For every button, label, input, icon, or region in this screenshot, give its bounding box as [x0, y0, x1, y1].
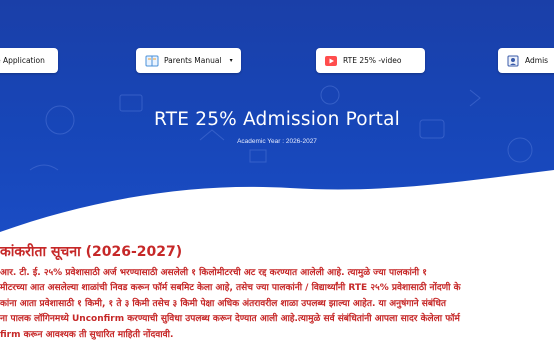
- hero-wave: [0, 170, 554, 240]
- apply-button[interactable]: e Application: [0, 48, 58, 73]
- admission-button[interactable]: Admis: [498, 48, 554, 73]
- admission-label: Admis: [525, 56, 549, 65]
- rte-video-label: RTE 25% -video: [343, 56, 402, 65]
- apply-button-label: e Application: [0, 56, 45, 65]
- notice-body: आर. टी. ई. २५% प्रवेशासाठी अर्ज भरण्यासा…: [0, 266, 554, 343]
- notice-line: कांना आता प्रवेशासाठी १ किमी, १ ते ३ किम…: [0, 298, 447, 309]
- notice-line: मीटरच्या आत असलेल्या शाळांची निवड करून फ…: [0, 283, 461, 294]
- notice-line: आर. टी. ई. २५% प्रवेशासाठी अर्ज भरण्यासा…: [0, 268, 427, 278]
- chevron-down-icon: ▾: [229, 57, 233, 64]
- notice-title: कांकरीता सूचना (2026-2027): [0, 244, 183, 260]
- parents-manual-label: Parents Manual: [164, 56, 222, 65]
- notice-line: firm करून आवश्यक ती सुधारित माहिती नोंदव…: [0, 329, 174, 340]
- parents-manual-button[interactable]: Parents Manual ▾: [136, 48, 241, 73]
- video-icon: [324, 55, 338, 67]
- academic-year: Academic Year : 2026-2027: [237, 138, 317, 145]
- portal-title: RTE 25% Admission Portal: [154, 109, 400, 130]
- admission-icon: [506, 55, 520, 67]
- rte-video-button[interactable]: RTE 25% -video: [316, 48, 425, 73]
- manual-icon: [145, 55, 159, 67]
- notice-line: ना पालक लॉगिनमध्ये Unconfirm करण्याची सु…: [0, 314, 460, 325]
